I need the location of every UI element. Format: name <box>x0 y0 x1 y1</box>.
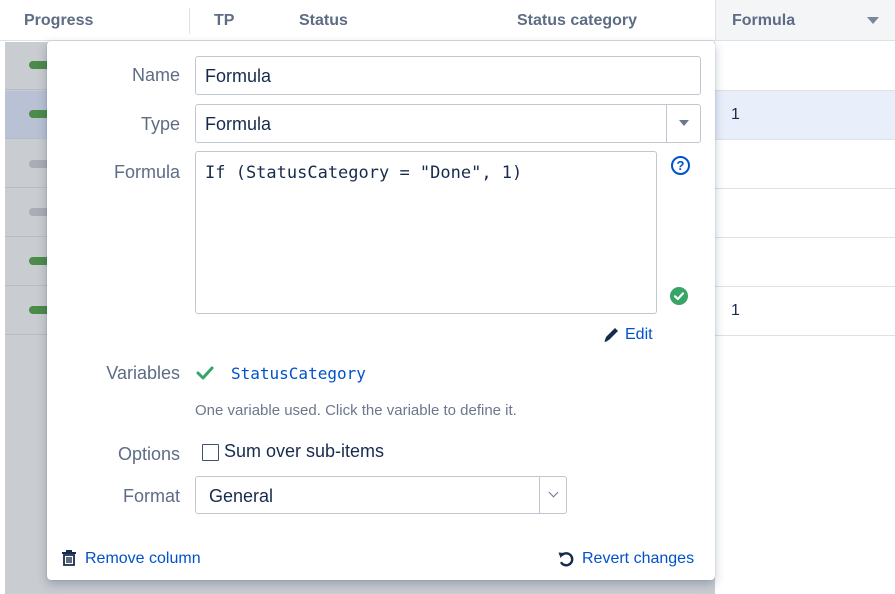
name-input-value: Formula <box>205 66 272 86</box>
sort-caret-icon[interactable] <box>867 17 879 24</box>
column-header-formula-label: Formula <box>732 12 796 29</box>
edit-formula-link[interactable]: Edit <box>625 326 653 344</box>
formula-cell[interactable] <box>715 140 895 189</box>
sum-over-sub-items-checkbox[interactable] <box>202 444 219 461</box>
column-header-status[interactable]: Status <box>283 0 501 41</box>
pencil-icon[interactable] <box>602 326 622 344</box>
formula-cell[interactable]: 1 <box>715 91 895 140</box>
type-select-value: Formula <box>205 114 272 134</box>
formula-editor-text: If (StatusCategory = "Done", 1) <box>205 163 523 183</box>
format-label: Format <box>122 486 180 506</box>
select-caret-icon <box>679 120 689 126</box>
options-label: Options <box>117 444 180 464</box>
column-header-tp[interactable]: TP <box>190 0 283 41</box>
undo-icon[interactable] <box>557 550 575 568</box>
type-select-toggle[interactable] <box>666 105 700 142</box>
variables-label: Variables <box>106 363 180 383</box>
variables-hint: One variable used. Click the variable to… <box>195 402 517 419</box>
column-settings-dialog: Name Formula Type Formula Formula If (St… <box>47 41 715 580</box>
name-input[interactable]: Formula <box>195 56 701 95</box>
check-circle-icon <box>670 287 688 305</box>
select-chevron-icon <box>548 487 559 498</box>
trash-icon[interactable] <box>61 549 77 567</box>
formula-cell[interactable] <box>715 189 895 238</box>
column-header-progress[interactable]: Progress <box>0 0 190 41</box>
sum-over-sub-items-label[interactable]: Sum over sub-items <box>224 441 384 462</box>
help-icon[interactable]: ? <box>671 156 690 175</box>
name-label: Name <box>131 65 180 85</box>
format-select-value: General <box>209 486 274 506</box>
type-label: Type <box>140 114 180 134</box>
check-icon <box>195 364 215 382</box>
formula-cell[interactable]: 1 <box>715 287 895 336</box>
formula-editor[interactable]: If (StatusCategory = "Done", 1) <box>195 151 657 314</box>
format-select[interactable]: General <box>195 476 567 514</box>
formula-label: Formula <box>113 162 180 182</box>
format-select-toggle[interactable] <box>539 477 566 513</box>
remove-column-link[interactable]: Remove column <box>85 550 201 568</box>
formula-cell[interactable] <box>715 238 895 287</box>
column-header-formula[interactable]: Formula <box>715 0 895 41</box>
type-select[interactable]: Formula <box>195 104 701 143</box>
variable-statuscategory-link[interactable]: StatusCategory <box>231 364 366 383</box>
revert-changes-link[interactable]: Revert changes <box>582 550 694 568</box>
formula-cell[interactable] <box>715 42 895 91</box>
column-header-status-category[interactable]: Status category <box>501 0 715 41</box>
